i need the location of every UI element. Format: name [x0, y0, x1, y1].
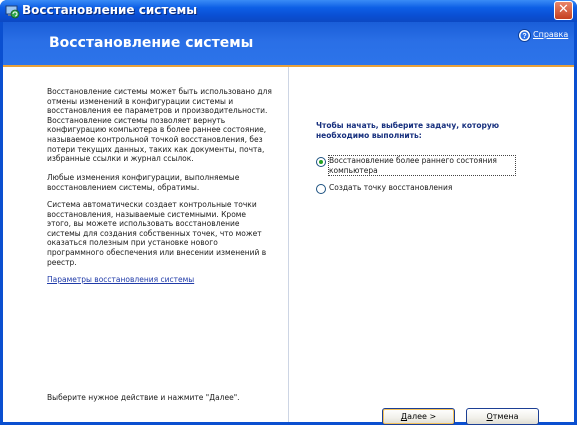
next-button[interactable]: Далее >: [382, 408, 455, 425]
cancel-button[interactable]: Отмена: [466, 408, 539, 425]
radio-create-restore-point[interactable]: [316, 184, 326, 194]
close-button[interactable]: ✕: [554, 1, 573, 20]
svg-text:?: ?: [522, 33, 526, 40]
description-panel: Восстановление системы может быть исполь…: [3, 67, 288, 422]
help-icon[interactable]: ?: [518, 29, 531, 42]
title-bar[interactable]: Восстановление системы ✕: [0, 0, 577, 22]
system-restore-settings-link[interactable]: Параметры восстановления системы: [47, 275, 194, 284]
page-title: Восстановление системы: [49, 35, 254, 51]
window-title: Восстановление системы: [22, 3, 198, 17]
reversible-paragraph: Любые изменения конфигурации, выполняемы…: [47, 173, 240, 192]
system-restore-icon: [5, 5, 20, 19]
cancel-button-label: тмена: [492, 412, 519, 421]
task-panel: Чтобы начать, выберите задачу, которую н…: [288, 67, 574, 425]
next-button-label: алее >: [407, 412, 437, 421]
system-restore-window: Восстановление системы ✕ Восстановление …: [0, 0, 577, 425]
option-restore-earlier-state[interactable]: Восстановление более раннего состояния к…: [316, 154, 516, 177]
option-label: Восстановление более раннего состояния к…: [328, 154, 516, 177]
wizard-header: Восстановление системы ? Справка: [3, 22, 574, 65]
intro-paragraph: Восстановление системы может быть исполь…: [47, 87, 272, 164]
close-icon: ✕: [558, 2, 569, 17]
option-create-restore-point[interactable]: Создать точку восстановления: [316, 183, 452, 194]
window-client-area: Восстановление системы ? Справка Восстан…: [3, 22, 574, 425]
restore-points-paragraph: Система автоматически создает контрольны…: [47, 200, 267, 267]
radio-restore-earlier-state[interactable]: [316, 157, 326, 167]
option-label: Создать точку восстановления: [329, 183, 453, 192]
help-link[interactable]: Справка: [533, 30, 568, 39]
task-heading: Чтобы начать, выберите задачу, которую н…: [316, 121, 500, 140]
instruction-hint: Выберите нужное действие и нажмите "Дале…: [47, 393, 240, 402]
